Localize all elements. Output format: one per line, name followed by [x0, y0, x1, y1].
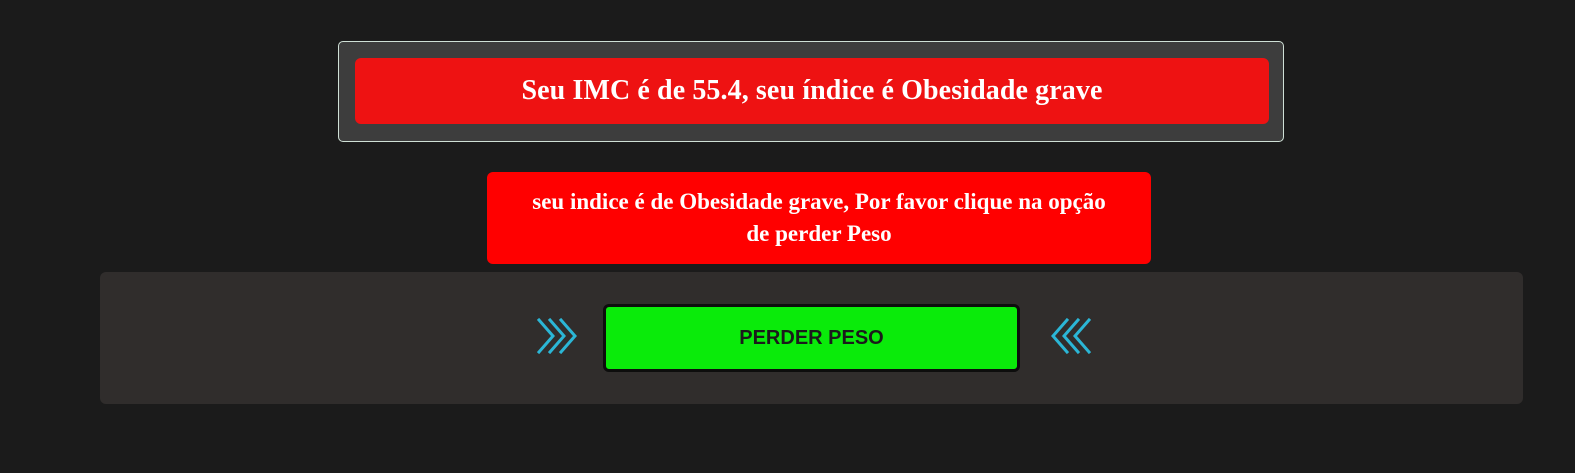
result-panel: Seu IMC é de 55.4, seu índice é Obesidad… — [338, 41, 1284, 142]
action-area: PERDER PESO — [100, 272, 1523, 404]
recommendation-text: seu indice é de Obesidade grave, Por fav… — [532, 189, 1106, 246]
bmi-result-text: Seu IMC é de 55.4, seu índice é Obesidad… — [355, 58, 1269, 124]
lose-weight-button[interactable]: PERDER PESO — [603, 304, 1020, 372]
chevrons-left-icon — [1051, 318, 1091, 354]
chevrons-right-icon — [537, 318, 577, 354]
recommendation-message: seu indice é de Obesidade grave, Por fav… — [487, 172, 1151, 264]
